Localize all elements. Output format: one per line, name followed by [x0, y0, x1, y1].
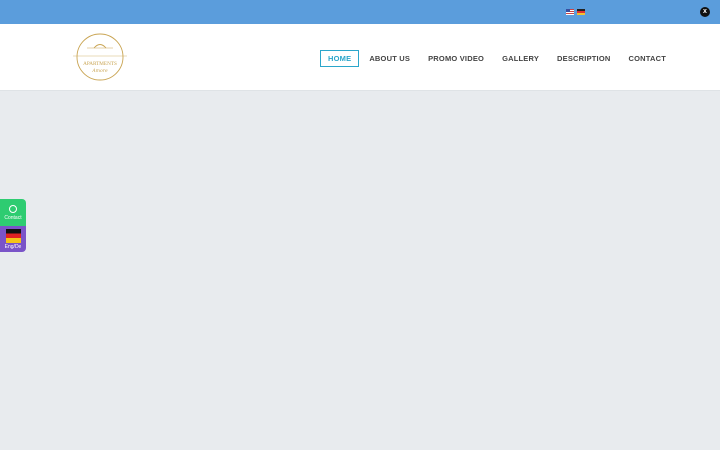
whatsapp-icon [9, 204, 17, 213]
nav-contact[interactable]: CONTACT [629, 54, 667, 63]
logo-emblem-icon: APARTMENTS Amore [73, 33, 127, 81]
site-logo[interactable]: APARTMENTS Amore [71, 32, 129, 82]
german-flag-icon [5, 228, 21, 243]
main-nav: HOME ABOUT US PROMO VIDEO GALLERY DESCRI… [320, 50, 684, 67]
nav-about-us[interactable]: ABOUT US [369, 54, 410, 63]
site-header: APARTMENTS Amore HOME ABOUT US PROMO VID… [0, 24, 720, 91]
logo-text-line2: Amore [91, 68, 108, 74]
language-toggle-button[interactable]: Eng/De [0, 226, 26, 252]
top-bar: x [0, 0, 720, 24]
nav-description[interactable]: DESCRIPTION [557, 54, 610, 63]
contact-label: Contact [4, 214, 22, 221]
us-flag-icon[interactable] [566, 9, 574, 15]
language-toggle-label: Eng/De [4, 243, 22, 250]
main-content-area [0, 91, 720, 450]
nav-promo-video[interactable]: PROMO VIDEO [428, 54, 484, 63]
de-flag-icon[interactable] [577, 9, 585, 15]
language-switcher [566, 9, 585, 15]
nav-gallery[interactable]: GALLERY [502, 54, 539, 63]
close-topbar-button[interactable]: x [700, 7, 710, 17]
logo-text-line1: APARTMENTS [83, 61, 117, 67]
side-widget: Contact Eng/De [0, 199, 26, 252]
nav-home[interactable]: HOME [320, 50, 360, 67]
whatsapp-contact-button[interactable]: Contact [0, 199, 26, 226]
